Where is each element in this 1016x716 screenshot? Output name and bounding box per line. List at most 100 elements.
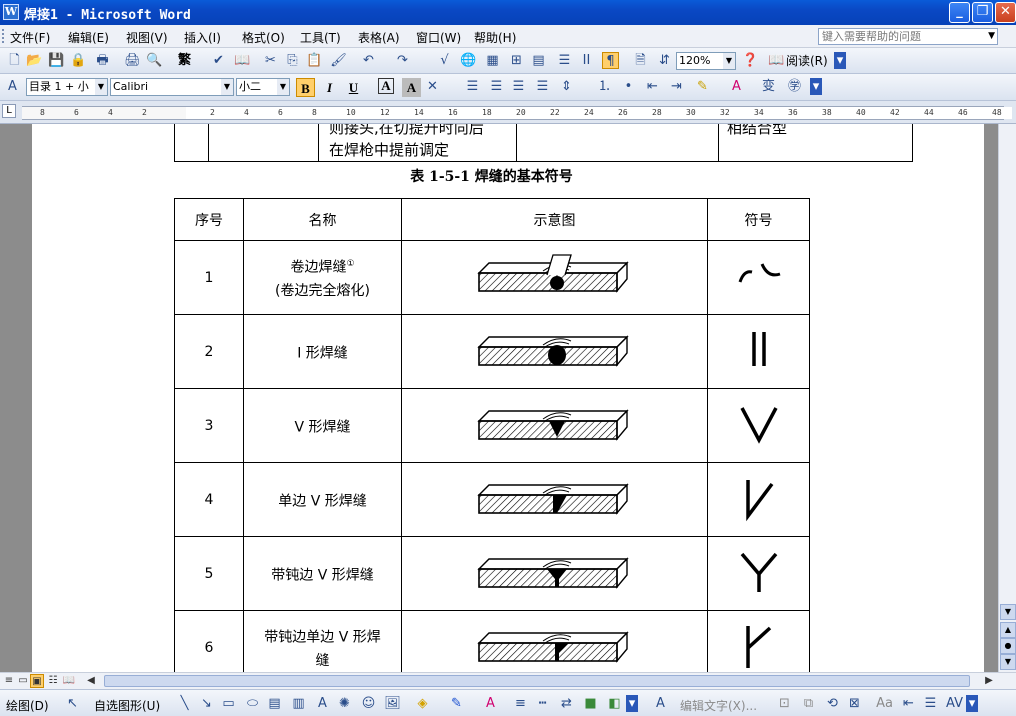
dash-style-icon[interactable]: ┅ bbox=[534, 695, 551, 712]
menu-grip[interactable] bbox=[2, 29, 5, 43]
select-browse-object-button[interactable]: ● bbox=[1000, 638, 1016, 654]
cut-icon[interactable]: ✂ bbox=[262, 52, 279, 69]
toolbar-options-icon[interactable]: ▾ bbox=[966, 695, 978, 712]
toolbar-options-icon[interactable]: ▾ bbox=[810, 78, 822, 95]
font-color-icon[interactable]: A bbox=[728, 78, 745, 95]
style-combo[interactable]: 目录 1 + 小 ▼ bbox=[26, 78, 108, 96]
text-wrap-icon[interactable]: ⊡ bbox=[776, 695, 793, 712]
decrease-indent-icon[interactable]: ⇤ bbox=[644, 78, 661, 95]
wordart-icon[interactable]: A bbox=[314, 695, 331, 712]
outline-view-icon[interactable]: ☷ bbox=[46, 674, 60, 688]
align-icon[interactable]: ⇤ bbox=[900, 695, 917, 712]
vertical-scrollbar[interactable]: ▼ ▲ ● ▼ bbox=[998, 124, 1016, 672]
new-document-icon[interactable]: 🗋 bbox=[6, 52, 23, 69]
font-color-icon[interactable]: A bbox=[482, 695, 499, 712]
menu-window[interactable]: 窗口(W) bbox=[416, 29, 461, 46]
menu-format[interactable]: 格式(O) bbox=[242, 29, 285, 46]
format-painter-icon[interactable]: 🖌 bbox=[330, 52, 347, 69]
arrow-style-icon[interactable]: ⇄ bbox=[558, 695, 575, 712]
highlight-icon[interactable]: ✎ bbox=[694, 78, 711, 95]
justify-icon[interactable]: ☰ bbox=[534, 78, 551, 95]
show-hide-icon[interactable]: ¶ bbox=[602, 52, 619, 69]
trad-simp-convert-icon[interactable]: 繁 bbox=[176, 52, 193, 69]
fill-color-icon[interactable]: ◈ bbox=[414, 695, 431, 712]
line-style-icon[interactable]: ≡ bbox=[512, 695, 529, 712]
print-preview-icon[interactable]: 🔍 bbox=[146, 52, 163, 69]
font-combo[interactable]: Calibri ▼ bbox=[110, 78, 234, 96]
picture-frame-icon[interactable]: ⊠ bbox=[846, 695, 863, 712]
spelling-icon[interactable]: ✔ bbox=[210, 52, 227, 69]
chevron-down-icon[interactable]: ▼ bbox=[221, 79, 233, 95]
text-direction-icon[interactable]: A bbox=[652, 695, 669, 712]
print-icon[interactable]: 🖶 bbox=[94, 52, 111, 69]
bold-button[interactable]: B bbox=[296, 78, 315, 97]
clip-art-icon[interactable]: ☺ bbox=[360, 695, 377, 712]
increase-indent-icon[interactable]: ⇥ bbox=[668, 78, 685, 95]
next-page-button[interactable]: ▼ bbox=[1000, 654, 1016, 670]
chevron-down-icon[interactable]: ▼ bbox=[988, 29, 995, 44]
open-folder-icon[interactable]: 📂 bbox=[26, 52, 43, 69]
pilcrow-icon[interactable]: ⇵ bbox=[656, 52, 673, 69]
normal-view-icon[interactable]: ≡ bbox=[2, 674, 16, 688]
char-shading-button[interactable]: A bbox=[402, 78, 421, 97]
group-icon[interactable]: ⧉ bbox=[800, 695, 817, 712]
maximize-button[interactable]: ❐ bbox=[972, 2, 993, 23]
underline-button[interactable]: U bbox=[344, 78, 363, 97]
text-box-icon[interactable]: ▤ bbox=[266, 695, 283, 712]
menu-tools[interactable]: 工具(T) bbox=[300, 29, 341, 46]
styles-formatting-icon[interactable]: A bbox=[4, 78, 21, 95]
line-spacing-icon[interactable]: ☰ bbox=[922, 695, 939, 712]
phonetic-guide-icon[interactable]: 变 bbox=[760, 78, 777, 95]
research-icon[interactable]: 📖 bbox=[234, 52, 251, 69]
print-icon-2[interactable]: 🖨 bbox=[124, 52, 141, 69]
toolbar-options-icon[interactable]: ▾ bbox=[626, 695, 638, 712]
italic-button[interactable]: I bbox=[320, 78, 339, 97]
horizontal-ruler[interactable]: 8 6 4 2 2 4 6 8 10 12 14 16 18 20 22 24 26 28 30 32 34 36 38 40… bbox=[22, 106, 1012, 120]
font-size-combo[interactable]: 小二 ▼ bbox=[236, 78, 290, 96]
scroll-down-button[interactable]: ▼ bbox=[1000, 604, 1016, 620]
chevron-down-icon[interactable]: ▼ bbox=[723, 53, 735, 69]
read-mode-icon[interactable]: 📖 bbox=[768, 52, 785, 69]
close-button[interactable]: ✕ bbox=[995, 2, 1016, 23]
rotate-icon[interactable]: ⟲ bbox=[824, 695, 841, 712]
insert-excel-icon[interactable]: ▤ bbox=[530, 52, 547, 69]
line-icon[interactable]: ╲ bbox=[176, 695, 193, 712]
font-size-icon[interactable]: Aa bbox=[876, 695, 893, 712]
diagram-icon[interactable]: ✺ bbox=[336, 695, 353, 712]
minimize-button[interactable]: _ bbox=[949, 2, 970, 23]
enclose-char-icon[interactable]: ㊫ bbox=[786, 78, 803, 95]
toolbar-options-icon[interactable]: ▾ bbox=[834, 52, 846, 69]
bullets-icon[interactable]: • bbox=[620, 78, 637, 95]
char-scale-icon[interactable]: ✕ bbox=[424, 78, 441, 95]
shadow-style-icon[interactable]: ■ bbox=[582, 695, 599, 712]
line-color-icon[interactable]: ✎ bbox=[448, 695, 465, 712]
spacing-icon[interactable]: AV bbox=[946, 695, 963, 712]
chevron-down-icon[interactable]: ▼ bbox=[277, 79, 289, 95]
previous-page-button[interactable]: ▲ bbox=[1000, 622, 1016, 638]
document-map-icon[interactable]: 🗎 bbox=[632, 52, 649, 69]
drawing-toolbar-icon[interactable]: ⅠⅠ bbox=[578, 52, 595, 69]
oval-icon[interactable]: ⬭ bbox=[244, 695, 261, 712]
hyperlink-icon[interactable]: 🌐 bbox=[460, 52, 477, 69]
tables-borders-icon[interactable]: ▦ bbox=[484, 52, 501, 69]
scroll-left-button[interactable]: ◀ bbox=[84, 674, 98, 688]
align-right-icon[interactable]: ☰ bbox=[510, 78, 527, 95]
tab-selector[interactable]: L bbox=[2, 104, 16, 118]
menu-table[interactable]: 表格(A) bbox=[358, 29, 400, 46]
3d-style-icon[interactable]: ◧ bbox=[606, 695, 623, 712]
help-icon[interactable]: ❓ bbox=[742, 52, 759, 69]
help-search-input[interactable]: 键入需要帮助的问题 ▼ bbox=[818, 28, 998, 45]
print-layout-icon[interactable]: ▣ bbox=[30, 674, 44, 688]
autoshapes-button[interactable]: 自选图形(U) bbox=[94, 697, 160, 714]
arrow-icon[interactable]: ↘ bbox=[198, 695, 215, 712]
read-mode-button[interactable]: 阅读(R) bbox=[786, 52, 828, 69]
zoom-combo[interactable]: 120% ▼ bbox=[676, 52, 736, 70]
menu-view[interactable]: 视图(V) bbox=[126, 29, 168, 46]
permission-icon[interactable]: 🔒 bbox=[70, 52, 87, 69]
menu-file[interactable]: 文件(F) bbox=[10, 29, 50, 46]
line-spacing-icon[interactable]: ⇕ bbox=[558, 78, 575, 95]
menu-insert[interactable]: 插入(I) bbox=[184, 29, 221, 46]
reading-view-icon[interactable]: 📖 bbox=[62, 674, 76, 688]
edit-text-button[interactable]: 编辑文字(X)... bbox=[680, 697, 757, 714]
paste-icon[interactable]: 📋 bbox=[306, 52, 323, 69]
